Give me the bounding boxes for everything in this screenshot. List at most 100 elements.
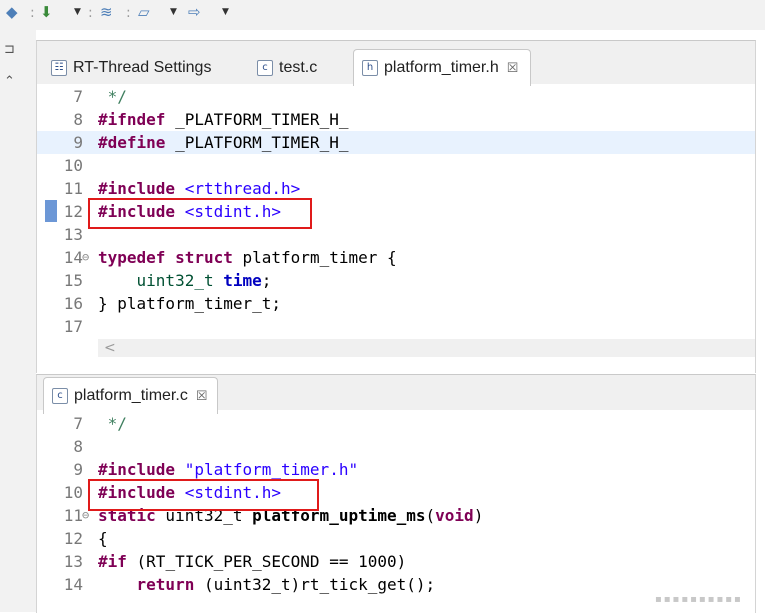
- line-number: 12: [63, 529, 83, 548]
- tab-test-c[interactable]: c test.c: [257, 51, 317, 84]
- code-token: return: [136, 575, 195, 594]
- line-number: 11: [63, 506, 83, 525]
- line-number: 13: [63, 225, 83, 244]
- arrow-icon[interactable]: ⇨: [188, 2, 201, 22]
- line-number: 14: [63, 575, 83, 594]
- build-icon[interactable]: ◆: [6, 2, 18, 22]
- code-token: "platform_timer.h": [175, 460, 359, 479]
- code-token: ;: [261, 271, 272, 290]
- h-file-icon: h: [362, 60, 378, 76]
- code-token: (RT_TICK_PER_SECOND == 1000): [126, 552, 407, 571]
- line-number: 14: [63, 248, 83, 267]
- close-icon[interactable]: ☒: [196, 388, 208, 404]
- code-token: platform_timer {: [232, 248, 397, 267]
- editor-tab-bar: c platform_timer.c ☒: [37, 375, 755, 414]
- code-line[interactable]: 14 ⊖ typedef struct platform_timer {: [37, 246, 755, 269]
- tab-label: platform_timer.h: [384, 59, 499, 76]
- download-icon[interactable]: ⬇: [40, 2, 53, 22]
- code-line[interactable]: 11 #include <rtthread.h>: [37, 177, 755, 200]
- code-line[interactable]: 17: [37, 315, 755, 338]
- code-text: */: [98, 412, 127, 435]
- code-token: (uint32_t)rt_tick_get();: [194, 575, 436, 594]
- code-text: #ifndef _PLATFORM_TIMER_H_: [98, 108, 348, 131]
- fold-toggle-icon[interactable]: ⊖: [82, 246, 89, 269]
- toolbar-separator: :: [126, 5, 131, 21]
- c-file-icon: c: [257, 59, 273, 76]
- code-token: } platform_timer_t;: [98, 294, 282, 313]
- code-text: {: [98, 527, 108, 550]
- code-token: uint32_t: [98, 271, 224, 290]
- code-line[interactable]: 13 #if (RT_TICK_PER_SECOND == 1000): [37, 550, 755, 573]
- change-marker: [45, 200, 57, 222]
- tab-platform-timer-c[interactable]: c platform_timer.c ☒: [43, 377, 219, 414]
- code-text: } platform_timer_t;: [98, 292, 281, 315]
- line-number: 13: [63, 552, 83, 571]
- chevron-up-icon[interactable]: ⌃: [4, 74, 15, 89]
- code-token: ): [473, 506, 484, 525]
- code-token: struct: [175, 248, 233, 267]
- line-number: 11: [63, 179, 83, 198]
- scroll-left-icon[interactable]: <: [104, 340, 116, 356]
- code-token: (: [425, 506, 436, 525]
- debug-icon[interactable]: ≋: [100, 2, 113, 22]
- toolbar-separator: :: [88, 5, 93, 21]
- restore-icon[interactable]: ⊐: [4, 42, 15, 57]
- settings-file-icon: ☷: [51, 59, 67, 76]
- code-line[interactable]: 16} platform_timer_t;: [37, 292, 755, 315]
- chevron-down-icon[interactable]: ▼: [170, 2, 177, 22]
- code-line[interactable]: 9 #include "platform_timer.h": [37, 458, 755, 481]
- line-number: 10: [63, 156, 83, 175]
- code-token: #if: [98, 552, 127, 571]
- tab-label: platform_timer.c: [74, 387, 188, 404]
- code-text: #define _PLATFORM_TIMER_H_: [98, 131, 348, 154]
- code-text: #include "platform_timer.h": [98, 458, 358, 481]
- horizontal-scrollbar[interactable]: <: [98, 339, 755, 357]
- code-text: typedef struct platform_timer {: [98, 246, 397, 269]
- tab-label: test.c: [279, 58, 318, 76]
- code-token: void: [435, 506, 474, 525]
- code-token: #include: [98, 460, 176, 479]
- toolbar: ◆ : ⬇ ▼ : ≋ : ▱ ▼ ⇨ ▼: [0, 0, 765, 30]
- code-line[interactable]: 10: [37, 154, 755, 177]
- side-panel-strip: ⊐ ⌃: [0, 30, 36, 612]
- line-number: 12: [63, 202, 83, 221]
- highlight-box: [88, 479, 319, 511]
- code-token: */: [98, 414, 127, 433]
- code-token: {: [98, 529, 108, 548]
- code-token: <rtthread.h>: [175, 179, 301, 198]
- line-number: 8: [73, 110, 83, 129]
- code-line[interactable]: 14 return (uint32_t)rt_tick_get();: [37, 573, 755, 596]
- line-number: 8: [73, 437, 83, 456]
- line-number: 10: [63, 483, 83, 502]
- tab-platform-timer-h[interactable]: h platform_timer.h ☒: [353, 49, 532, 86]
- code-text: return (uint32_t)rt_tick_get();: [98, 573, 436, 596]
- line-number: 9: [73, 133, 83, 152]
- chevron-down-icon[interactable]: ▼: [74, 2, 81, 22]
- code-line[interactable]: 15 uint32_t time;: [37, 269, 755, 292]
- line-number: 7: [73, 87, 83, 106]
- highlight-box: [88, 198, 312, 229]
- code-token: #ifndef: [98, 110, 166, 129]
- code-line[interactable]: 8 #ifndef _PLATFORM_TIMER_H_: [37, 108, 755, 131]
- tab-rt-thread-settings[interactable]: ☷ RT-Thread Settings: [51, 51, 211, 84]
- code-token: #include: [98, 179, 176, 198]
- code-line[interactable]: 12 {: [37, 527, 755, 550]
- close-icon[interactable]: ☒: [507, 60, 519, 76]
- comment-icon[interactable]: ▱: [138, 2, 150, 22]
- code-token: _PLATFORM_TIMER_H_: [165, 133, 349, 152]
- code-token: typedef: [98, 248, 166, 267]
- code-line[interactable]: 7 */: [37, 412, 755, 435]
- code-line[interactable]: 9 #define _PLATFORM_TIMER_H_: [37, 131, 755, 154]
- watermark: ▪▪▪▪▪▪▪▪▪▪: [655, 594, 743, 605]
- code-token: time: [223, 271, 262, 290]
- code-text: #include <rtthread.h>: [98, 177, 300, 200]
- tab-label: RT-Thread Settings: [73, 58, 212, 76]
- line-number: 9: [73, 460, 83, 479]
- code-token: */: [98, 87, 127, 106]
- code-line[interactable]: 8: [37, 435, 755, 458]
- editor-tab-bar: ☷ RT-Thread Settings c test.c h platform…: [37, 41, 755, 86]
- code-line[interactable]: 7 */: [37, 85, 755, 108]
- code-token: _PLATFORM_TIMER_H_: [165, 110, 349, 129]
- chevron-down-icon[interactable]: ▼: [222, 2, 229, 22]
